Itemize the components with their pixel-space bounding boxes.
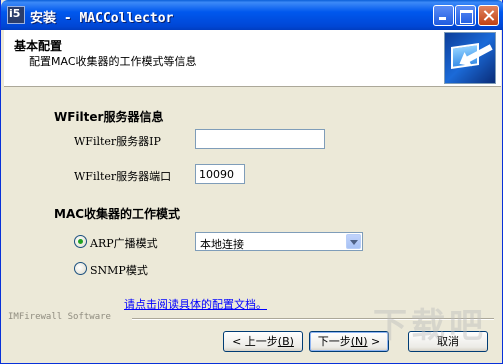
next-button-label: 下一步 [317,335,351,348]
server-port-input[interactable]: 10090 [195,164,245,184]
window-title: 安装 - MACCollector [30,11,174,26]
snmp-mode-label[interactable]: SNMP模式 [90,262,148,278]
snmp-mode-radio[interactable] [74,262,87,275]
watermark-glyph-3: 吧 [449,306,483,346]
watermark-logo: 下 载 吧 [373,298,493,356]
next-button-key: (N) [350,335,368,348]
page-subtitle: 配置MAC收集器的工作模式等信息 [29,55,197,68]
minimize-icon[interactable] [433,5,454,26]
dropdown-arrow-icon[interactable] [346,234,361,249]
back-button[interactable]: < 上一步(B) [223,331,303,352]
server-ip-input[interactable] [195,129,325,149]
app-icon[interactable]: i5 [7,6,25,24]
page-title: 基本配置 [14,39,63,53]
mode-section-title: MAC收集器的工作模式 [54,207,181,221]
interface-select[interactable]: 本地连接 [195,232,363,251]
back-button-label: < 上一步 [232,335,278,348]
title-bar[interactable]: i5 安装 - MACCollector [1,0,503,30]
maximize-icon[interactable] [455,5,476,26]
setup-logo-icon [444,32,496,84]
server-ip-label: WFilter服务器IP [74,135,161,148]
server-section-title: WFilter服务器信息 [54,110,164,124]
arp-mode-radio[interactable] [74,235,87,248]
watermark-glyph-2: 载 [411,306,445,346]
back-button-key: (B) [277,335,294,348]
server-port-label: WFilter服务器端口 [74,170,172,183]
arp-mode-label[interactable]: ARP广播模式 [90,235,158,251]
close-icon[interactable] [478,5,499,26]
brand-label: IMFirewall Software [8,312,111,322]
installer-window: i5 安装 - MACCollector 基本配置 配置MAC收集器的工作模式等… [0,0,503,364]
interface-select-value: 本地连接 [200,238,244,251]
header-panel: 基本配置 配置MAC收集器的工作模式等信息 [4,30,501,87]
watermark-glyph-1: 下 [373,306,407,346]
app-icon-glyph: i5 [9,7,21,20]
config-doc-link[interactable]: 请点击阅读具体的配置文档。 [124,296,267,312]
